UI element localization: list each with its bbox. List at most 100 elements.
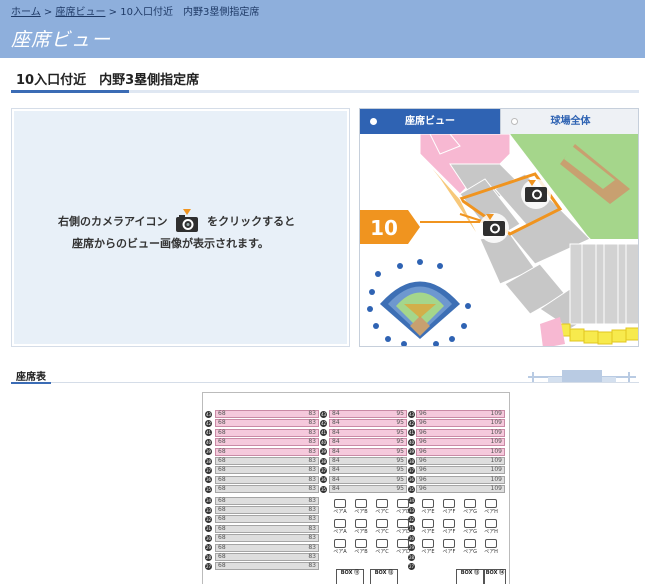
seat-table-title: 座席表 xyxy=(16,372,46,383)
pair-seat[interactable]: ペアB xyxy=(352,519,370,535)
pair-seat[interactable]: ペアG xyxy=(461,499,479,515)
camera-icon[interactable] xyxy=(479,213,509,243)
row-number-badge: 37 xyxy=(408,466,415,474)
seat-row-block[interactable]: 68 83 xyxy=(215,475,319,484)
seat-row-block[interactable]: 96 109 xyxy=(416,457,505,465)
pair-seat[interactable]: ペアC xyxy=(373,539,391,555)
box-seat[interactable]: BOX ⑫ xyxy=(370,569,398,584)
pair-seat-icon xyxy=(334,499,346,508)
seat-row-block[interactable]: 68 83 xyxy=(215,438,319,447)
pair-seat[interactable]: ペアC xyxy=(373,519,391,535)
seat-row-block[interactable]: 68 83 xyxy=(215,543,319,552)
pair-seat[interactable]: ペアE xyxy=(419,499,437,515)
tab-whole-stadium[interactable]: 球場全体 xyxy=(500,109,638,134)
pair-seat[interactable]: ペアB xyxy=(352,499,370,515)
tab-indicator-icon xyxy=(370,118,377,125)
seat-row-block[interactable]: 96 109 xyxy=(416,410,505,418)
box-seat[interactable]: BOX ⑪ xyxy=(336,569,364,584)
seat-row-block[interactable]: 68 83 xyxy=(215,496,319,505)
camera-icon[interactable] xyxy=(521,179,551,209)
seat-row-block[interactable]: 68 83 xyxy=(215,410,319,418)
pair-seat[interactable]: ペアG xyxy=(461,539,479,555)
seat-end-number: 109 xyxy=(490,419,502,427)
seat-start-number: 96 xyxy=(419,475,427,483)
pair-seat[interactable]: ペアF xyxy=(440,499,458,515)
row-number-badge: 42 xyxy=(408,419,415,427)
seat-row-block[interactable]: 68 83 xyxy=(215,447,319,456)
seat-row-block[interactable]: 68 83 xyxy=(215,419,319,428)
seat-row-block[interactable]: 96 109 xyxy=(416,419,505,428)
seat-row-block[interactable]: 68 83 xyxy=(215,466,319,475)
pair-seat-label: ペアE xyxy=(421,509,435,515)
seat-row-block[interactable]: 68 83 xyxy=(215,485,319,494)
seat-row-block[interactable]: 96 109 xyxy=(416,428,505,437)
row-number-badge: 39 xyxy=(408,448,415,456)
pair-seat[interactable]: ペアC xyxy=(373,499,391,515)
breadcrumb-seatview-link[interactable]: 座席ビュー xyxy=(55,7,105,18)
pair-seat[interactable]: ペアD xyxy=(394,539,412,555)
seat-row-block[interactable]: 68 83 xyxy=(215,428,319,437)
row-number-badge: 35 xyxy=(408,485,415,493)
seat-row-block[interactable]: 84 95 xyxy=(329,485,407,494)
pair-seat[interactable]: ペアE xyxy=(419,519,437,535)
seat-start-number: 96 xyxy=(419,466,427,474)
pair-seat[interactable]: ペアF xyxy=(440,519,458,535)
seat-row-block[interactable]: 84 95 xyxy=(329,466,407,475)
seat-row-block[interactable]: 68 83 xyxy=(215,457,319,465)
pair-seat-label: ペアH xyxy=(484,549,498,555)
seat-end-number: 109 xyxy=(490,410,502,417)
pair-seat[interactable]: ペアE xyxy=(419,539,437,555)
seat-row-block[interactable]: 96 109 xyxy=(416,466,505,475)
pair-seat[interactable]: ペアD xyxy=(394,499,412,515)
breadcrumb-separator: > xyxy=(108,7,118,18)
seat-start-number: 84 xyxy=(332,428,340,436)
pair-seat[interactable]: ペアA xyxy=(331,539,349,555)
pair-seat[interactable]: ペアB xyxy=(352,539,370,555)
seat-row-block[interactable]: 68 83 xyxy=(215,562,319,571)
breadcrumb-home-link[interactable]: ホーム xyxy=(11,7,41,18)
breadcrumb-separator: > xyxy=(43,7,53,18)
seat-row-block[interactable]: 84 95 xyxy=(329,447,407,456)
box-seat[interactable]: BOX ⑬ xyxy=(456,569,484,584)
seat-row-block[interactable]: 68 83 xyxy=(215,524,319,533)
pair-seat[interactable]: ペアA xyxy=(331,519,349,535)
seat-row-block[interactable]: 68 83 xyxy=(215,534,319,543)
pair-seat[interactable]: ペアD xyxy=(394,519,412,535)
seat-start-number: 84 xyxy=(332,466,340,474)
seat-row-block[interactable]: 84 95 xyxy=(329,475,407,484)
seat-row-block[interactable]: 96 109 xyxy=(416,438,505,447)
row-number-badge: 40 xyxy=(205,438,212,446)
pair-seat[interactable]: ペアH xyxy=(482,499,500,515)
pair-seat[interactable]: ペアF xyxy=(440,539,458,555)
seat-row-block[interactable]: 84 95 xyxy=(329,410,407,418)
seat-row-block[interactable]: 84 95 xyxy=(329,419,407,428)
seat-start-number: 84 xyxy=(332,475,340,483)
view-image-panel: 右側のカメラアイコン をクリックすると 座席からのビュー画像が表示されます。 xyxy=(11,108,350,347)
pair-seat[interactable]: ペアH xyxy=(482,539,500,555)
seat-row-block[interactable]: 68 83 xyxy=(215,515,319,524)
pair-seat-label: ペアD xyxy=(396,509,410,515)
pair-seat-icon xyxy=(443,499,455,508)
row-number-badge: 31 xyxy=(205,525,212,533)
pair-seat[interactable]: ペアA xyxy=(331,499,349,515)
seat-start-number: 68 xyxy=(218,515,226,523)
seat-row-block[interactable]: 84 95 xyxy=(329,457,407,465)
pair-seat-label: ペアC xyxy=(375,509,389,515)
row-number-badge: 35 xyxy=(205,485,212,493)
pair-seat[interactable]: ペアH xyxy=(482,519,500,535)
seat-end-number: 109 xyxy=(490,447,502,455)
box-seat[interactable]: BOX ⑭ xyxy=(484,569,506,584)
seat-row-block[interactable]: 96 109 xyxy=(416,447,505,456)
seat-start-number: 68 xyxy=(218,438,226,446)
seat-row-block[interactable]: 96 109 xyxy=(416,475,505,484)
title-divider-accent xyxy=(11,90,129,93)
seat-row-block[interactable]: 96 109 xyxy=(416,485,505,494)
seat-row-block[interactable]: 68 83 xyxy=(215,506,319,514)
seat-row-block[interactable]: 84 95 xyxy=(329,438,407,447)
seat-row-block[interactable]: 68 83 xyxy=(215,553,319,561)
tab-seat-view[interactable]: 座席ビュー xyxy=(360,109,500,134)
pair-seat[interactable]: ペアG xyxy=(461,519,479,535)
row-number-badge: 36 xyxy=(205,476,212,484)
seat-end-number: 83 xyxy=(308,534,316,542)
seat-row-block[interactable]: 84 95 xyxy=(329,428,407,437)
